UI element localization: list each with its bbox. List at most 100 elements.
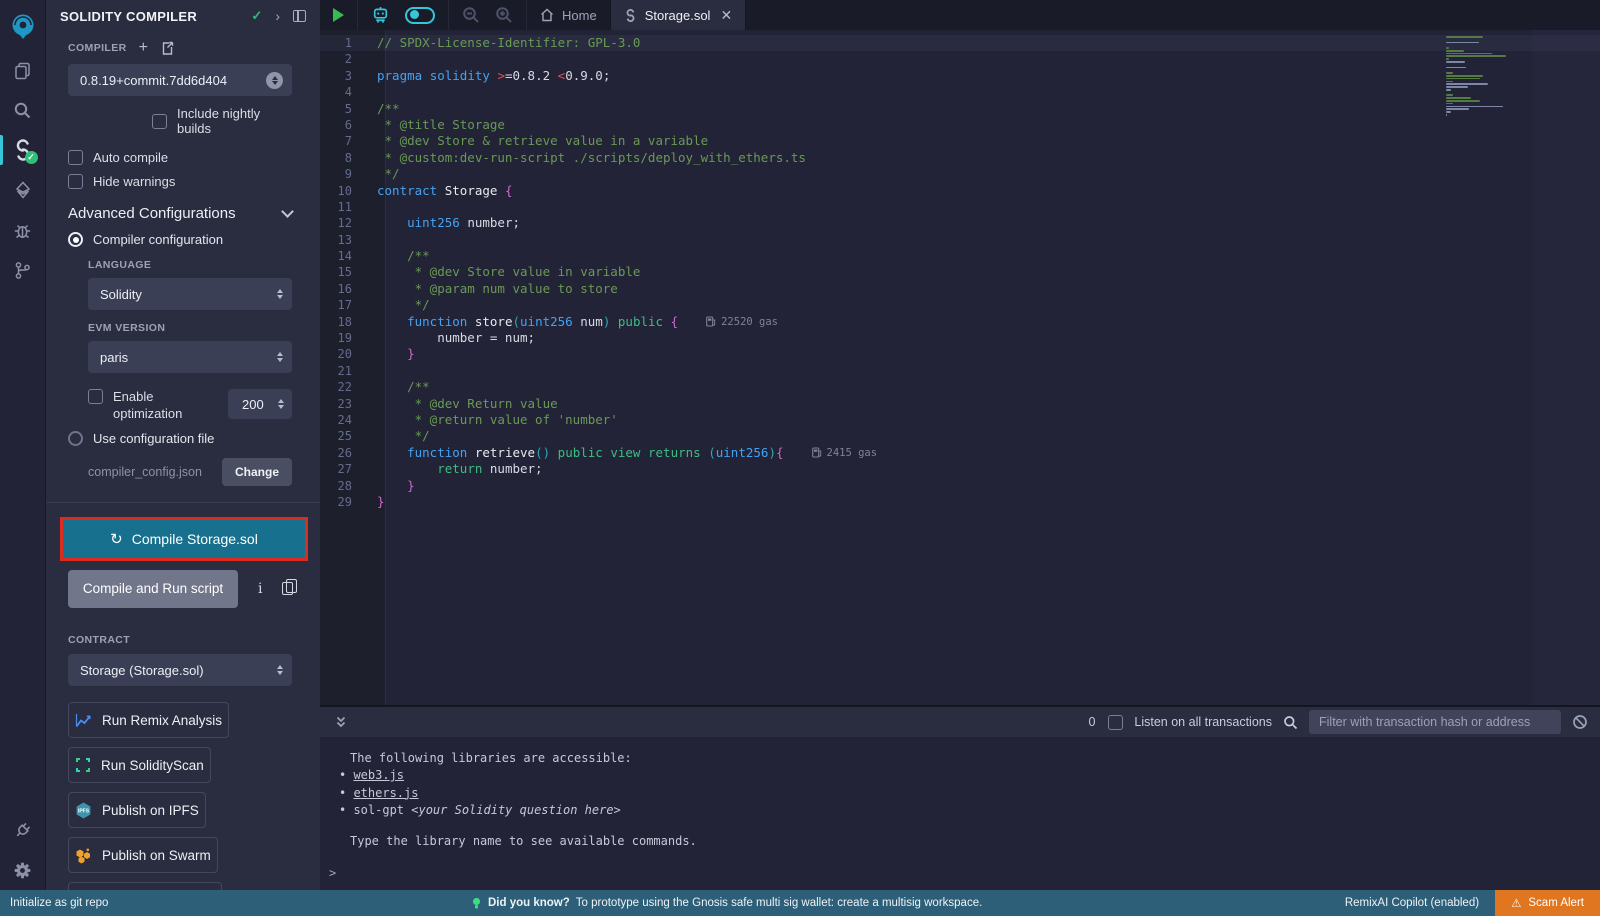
zoom-out-icon[interactable] (462, 6, 480, 24)
auto-compile-label: Auto compile (93, 150, 168, 165)
remix-logo-icon (0, 4, 46, 50)
compile-and-run-tooltip: Compile and Run script (68, 570, 238, 608)
code-line: 29} (320, 494, 1600, 510)
transaction-filter-input[interactable] (1309, 710, 1561, 734)
copilot-toggle[interactable] (405, 7, 435, 24)
code-line: 1// SPDX-License-Identifier: GPL-3.0 (320, 35, 1600, 51)
use-configuration-file-radio-row[interactable]: Use configuration file (68, 431, 292, 446)
code-line: 26 function retrieve() public view retur… (320, 445, 1600, 461)
compiler-version-value: 0.8.19+commit.7dd6d404 (80, 73, 227, 88)
gas-estimate: 2415 gas (812, 445, 878, 461)
warning-icon: ⚠ (1511, 896, 1521, 910)
solidityscan-icon (75, 757, 91, 773)
file-explorer-icon[interactable] (0, 50, 46, 90)
solidity-compiler-panel: SOLIDITY COMPILER ✓ › COMPILER + 0.8.19+… (46, 0, 320, 890)
compiler-configuration-radio-row[interactable]: Compiler configuration (68, 232, 292, 247)
code-line: 21 (320, 363, 1600, 379)
open-file-icon[interactable] (160, 41, 175, 56)
hide-warnings-checkbox[interactable] (68, 174, 83, 189)
gas-estimate: 22520 gas (706, 314, 778, 330)
compiler-configuration-radio[interactable] (68, 232, 83, 247)
run-solidityscan-button[interactable]: Run SolidityScan (68, 747, 211, 783)
code-line: 11 (320, 199, 1600, 215)
tab-home-label: Home (562, 8, 597, 23)
status-bar: Initialize as git repo Did you know? To … (0, 890, 1600, 916)
terminal-note: Type the library name to see available c… (320, 833, 1600, 850)
optimization-runs-value: 200 (242, 397, 264, 412)
code-line: 7 * @dev Store & retrieve value in a var… (320, 133, 1600, 149)
chevron-right-icon[interactable]: › (275, 8, 280, 24)
listen-transactions-checkbox[interactable] (1108, 715, 1123, 730)
publish-on-swarm-button[interactable]: Publish on Swarm (68, 837, 218, 873)
code-line: 8 * @custom:dev-run-script ./scripts/dep… (320, 150, 1600, 166)
language-select[interactable]: Solidity (88, 278, 292, 310)
config-file-name: compiler_config.json (88, 465, 202, 479)
deploy-and-run-icon[interactable] (0, 170, 46, 210)
info-icon[interactable]: i (258, 581, 262, 597)
enable-optimization-checkbox[interactable] (88, 389, 103, 404)
code-line: 9 */ (320, 166, 1600, 182)
change-config-button[interactable]: Change (222, 458, 292, 486)
terminal-prompt[interactable]: > (329, 866, 336, 880)
evm-version-select[interactable]: paris (88, 341, 292, 373)
code-editor[interactable]: 1// SPDX-License-Identifier: GPL-3.023pr… (320, 30, 1600, 705)
advanced-configurations-title: Advanced Configurations (68, 205, 236, 222)
enable-optimization-label: Enable optimization (113, 389, 205, 423)
terminal-library-item: • sol-gpt <your Solidity question here> (320, 802, 1600, 819)
pin-panel-icon[interactable] (293, 10, 306, 22)
solidity-compiler-icon[interactable]: ✓ (0, 130, 46, 170)
analysis-chart-icon (75, 713, 92, 728)
use-configuration-file-radio[interactable] (68, 431, 83, 446)
code-line: 10contract Storage { (320, 183, 1600, 199)
auto-compile-checkbox[interactable] (68, 150, 83, 165)
terminal-library-link[interactable]: • web3.js (320, 767, 1600, 784)
compilation-details-button[interactable]: Compilation Details (68, 882, 222, 890)
debugger-icon[interactable] (0, 210, 46, 250)
nightly-builds-checkbox[interactable] (152, 114, 167, 129)
close-tab-icon[interactable]: ✕ (720, 7, 732, 24)
clear-console-icon[interactable] (1572, 714, 1588, 730)
language-label: LANGUAGE (88, 259, 292, 271)
remix-ai-robot-icon[interactable] (371, 6, 390, 25)
search-icon[interactable] (0, 90, 46, 130)
editor-topbar: Home Storage.sol ✕ (320, 0, 1600, 30)
scam-alert-button[interactable]: ⚠ Scam Alert (1495, 890, 1600, 916)
git-init-link[interactable]: Initialize as git repo (10, 897, 108, 909)
settings-gear-icon[interactable] (0, 850, 46, 890)
run-remix-analysis-button[interactable]: Run Remix Analysis (68, 702, 229, 738)
contract-section-label: CONTRACT (68, 634, 292, 646)
terminal-body[interactable]: The following libraries are accessible: … (320, 737, 1600, 890)
compiler-section-label: COMPILER (68, 42, 127, 54)
add-compiler-icon[interactable]: + (139, 40, 148, 56)
code-line: 2 (320, 51, 1600, 67)
terminal: 0 Listen on all transactions The followi… (320, 705, 1600, 890)
tab-storage-sol[interactable]: Storage.sol ✕ (610, 0, 747, 30)
terminal-search-icon (1283, 715, 1298, 730)
app: ✓ SOLIDITY COMPILER ✓ › (0, 0, 1600, 890)
copy-icon[interactable] (282, 582, 293, 595)
run-script-play-button[interactable] (333, 8, 344, 22)
version-stepper-icon (266, 72, 283, 89)
tab-home[interactable]: Home (527, 0, 610, 30)
terminal-library-link[interactable]: • ethers.js (320, 785, 1600, 802)
contract-select[interactable]: Storage (Storage.sol) (68, 654, 292, 686)
minimap[interactable] (1446, 36, 1530, 116)
svg-text:IPFS: IPFS (78, 808, 90, 814)
compiler-version-select[interactable]: 0.8.19+commit.7dd6d404 (68, 64, 292, 96)
tab-storage-label: Storage.sol (645, 8, 711, 23)
compile-success-badge: ✓ (25, 151, 38, 164)
use-configuration-file-label: Use configuration file (93, 431, 214, 446)
compile-button[interactable]: ↻ Compile Storage.sol (63, 520, 305, 558)
code-line: 24 * @return value of 'number' (320, 412, 1600, 428)
expand-terminal-icon[interactable] (334, 715, 348, 729)
optimization-runs-stepper[interactable]: 200 (228, 389, 292, 419)
plugin-manager-icon[interactable] (0, 810, 46, 850)
advanced-configurations-header[interactable]: Advanced Configurations (68, 205, 292, 222)
zoom-in-icon[interactable] (495, 6, 513, 24)
publish-on-ipfs-button[interactable]: IPFS Publish on IPFS (68, 792, 206, 828)
main-area: Home Storage.sol ✕ 1// SPDX-License-Iden… (320, 0, 1600, 890)
git-icon[interactable] (0, 250, 46, 290)
code-line: 20 } (320, 346, 1600, 362)
lightbulb-icon (471, 897, 482, 910)
terminal-intro: The following libraries are accessible: (320, 750, 1600, 767)
